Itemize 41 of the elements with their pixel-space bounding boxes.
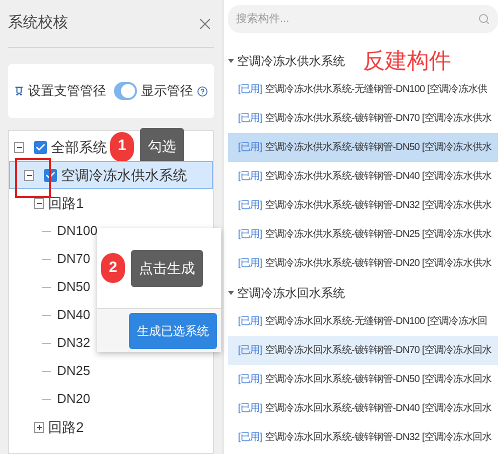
used-tag: [已用] [238,314,262,329]
component-name: 空调冷冻水回水系统-镀锌钢管-DN70 [空调冷冻水回水 [264,344,492,358]
tree-label: DN40 [57,306,90,324]
component-name: 空调冷冻水回水系统-无缝钢管-DN100 [空调冷冻水回 [264,314,488,329]
used-tag: [已用] [238,401,262,416]
tree-label: 全部系统 [51,138,107,156]
tree-label: DN70 [57,250,90,268]
used-tag: [已用] [238,430,262,445]
component-name: 空调冷冻水供水系统-无缝钢管-DN100 [空调冷冻水供 [264,82,488,97]
tree-label: 回路1 [48,194,84,212]
tree-label: DN25 [57,362,90,380]
component-name: 空调冷冻水回水系统-镀锌钢管-DN50 [空调冷冻水回水 [264,372,492,387]
step-number-badge: 1 [110,132,134,162]
tooltip: 点击生成 [131,250,203,286]
component-name: 空调冷冻水供水系统-镀锌钢管-DN40 [空调冷冻水供水 [264,170,492,184]
used-tag: [已用] [238,82,262,97]
step-number-badge: 2 [101,253,125,283]
component-name: 空调冷冻水回水系统-镀锌钢管-DN32 [空调冷冻水回水 [264,430,492,445]
tree-label: 回路2 [48,418,84,436]
tree-label: DN20 [57,390,90,408]
used-tag: [已用] [238,256,262,271]
panel-title: 系统校核 [8,13,68,34]
component-name: 空调冷冻水供水系统-镀锌钢管-DN70 [空调冷冻水供水 [264,112,492,126]
component-name: 空调冷冻水回水系统-镀锌钢管-DN40 [空调冷冻水回水 [264,402,492,416]
toggle-label: 显示管径 [141,82,194,100]
component-name: 空调冷冻水供水系统-镀锌钢管-DN20 [空调冷冻水供水 [264,256,492,271]
component-name: 空调冷冻水供水系统-镀锌钢管-DN50 [空调冷冻水供水 [264,140,492,155]
used-tag: [已用] [238,343,262,358]
used-tag: [已用] [238,140,262,155]
used-tag: [已用] [238,227,262,242]
tree-label: 空调冷冻水供水系统 [61,166,187,184]
used-tag: [已用] [238,372,262,387]
annotation-text: 反建构件 [363,47,451,75]
tree-label: DN50 [57,278,90,296]
tree-label: DN32 [57,334,90,352]
component-name: 空调冷冻水供水系统-镀锌钢管-DN25 [空调冷冻水供水 [264,228,492,242]
used-tag: [已用] [238,111,262,126]
used-tag: [已用] [238,169,262,184]
used-tag: [已用] [238,198,262,213]
tree-label: DN100 [57,222,98,240]
component-name: 空调冷冻水供水系统-镀锌钢管-DN32 [空调冷冻水供水 [264,198,492,213]
